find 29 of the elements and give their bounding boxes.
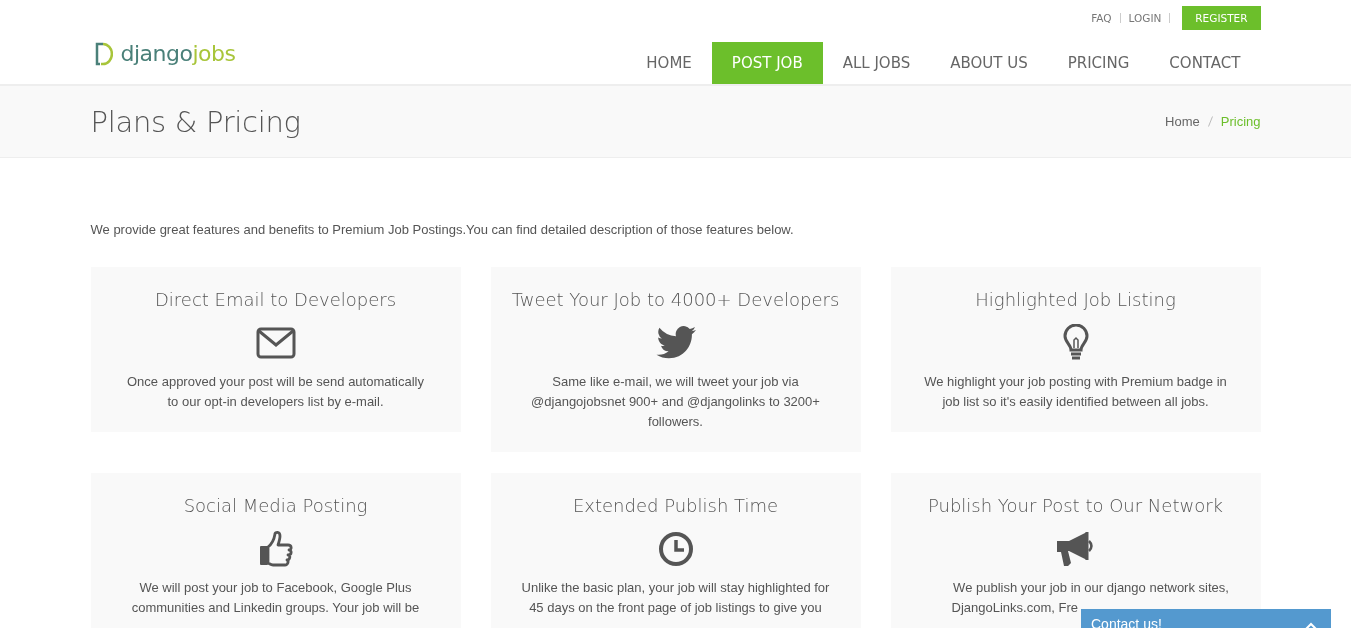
feature-title: Tweet Your Job to 4000+ Developers xyxy=(510,289,841,310)
feature-description: We highlight your job posting with Premium badge in job list so it's easily identified between all jobs. xyxy=(923,373,1228,411)
feature-title: Highlighted Job Listing xyxy=(974,289,1177,310)
slash-icon xyxy=(1207,116,1213,127)
feature-description: We will post your job to Facebook, Google Plus communities and Linkedin groups. Your job will be xyxy=(130,579,421,617)
feature-description: Same like e-mail, we will tweet your job via @djangojobsnet 900+ and @djangolinks to 3200+ followers. xyxy=(530,373,821,431)
intro-text: We provide great features and benefits to Premium Job Postings.You can find detailed description of those features below. xyxy=(90,222,795,237)
logo-text[interactable]: djangojobs xyxy=(120,41,236,66)
feature-description: Once approved your post will be send automatically to our opt-in developers list by e-mail. xyxy=(126,373,425,411)
envelope-icon xyxy=(255,327,296,359)
clock-icon xyxy=(657,531,694,567)
nav-tab[interactable]: ALL JOBS xyxy=(822,42,931,84)
feature-title: Extended Publish Time xyxy=(571,495,780,516)
feature-title: Direct Email to Developers xyxy=(154,289,397,310)
top-link[interactable]: LOGIN xyxy=(1128,12,1162,24)
thumbs-up-icon xyxy=(257,530,294,568)
nav-tab[interactable]: ABOUT US xyxy=(930,42,1048,84)
lightbulb-icon xyxy=(1062,324,1089,362)
nav-tab[interactable]: CONTACT xyxy=(1149,42,1261,84)
feature-title: Publish Your Post to Our Network xyxy=(926,495,1225,516)
logo-icon xyxy=(94,41,113,66)
nav-tab[interactable]: PRICING xyxy=(1047,42,1150,84)
nav-tab[interactable]: HOME xyxy=(626,42,712,84)
feature-description: Unlike the basic plan, your job will stay highlighted for 45 days on the front page of job listings to give you xyxy=(520,579,831,617)
feature-title: Social Media Posting xyxy=(182,495,369,516)
page-title: Plans & Pricing xyxy=(90,104,301,139)
chevron-up-icon xyxy=(1305,622,1317,628)
breadcrumb-link[interactable]: Home xyxy=(1165,114,1200,129)
top-link[interactable]: FAQ xyxy=(1091,12,1112,24)
